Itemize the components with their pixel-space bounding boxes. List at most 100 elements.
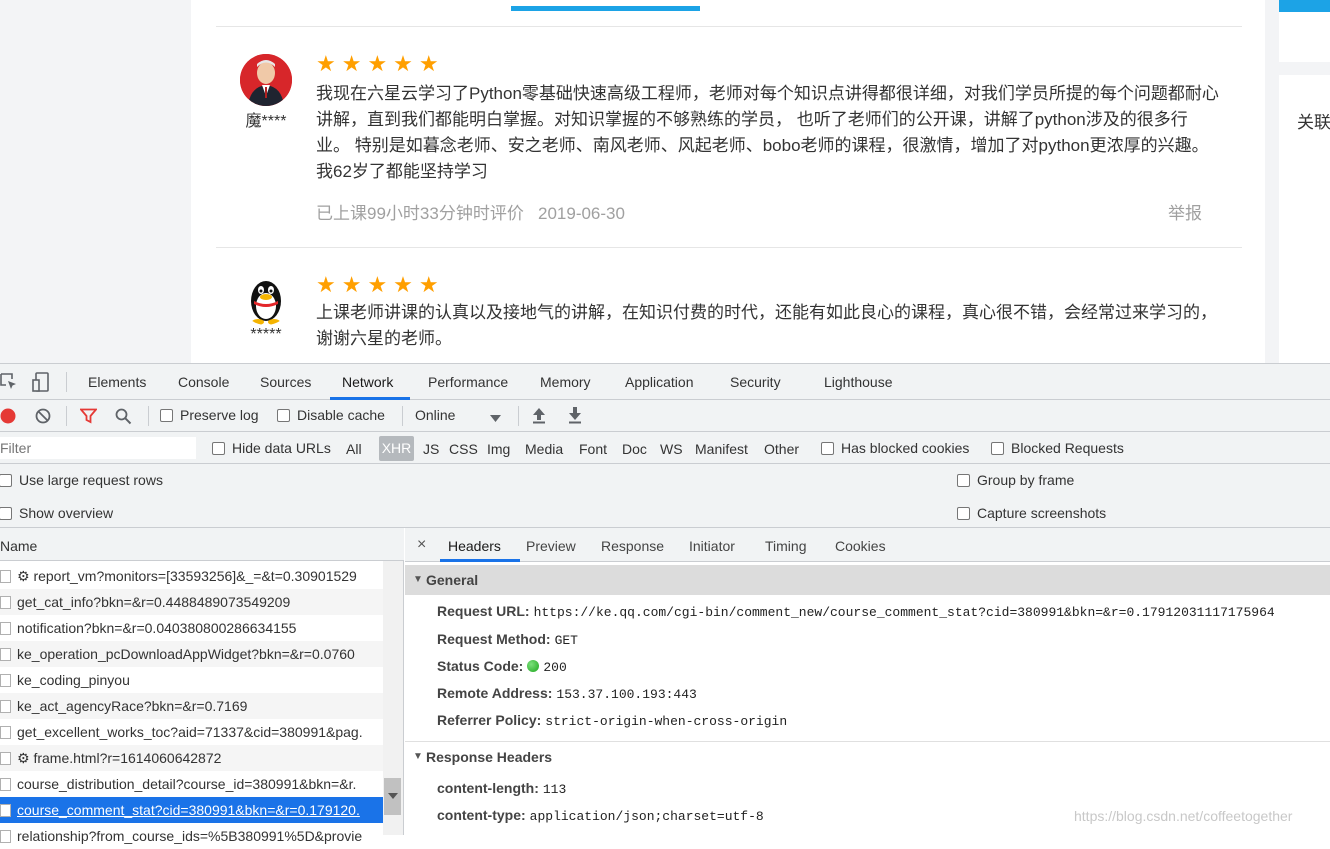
response-header-row: content-type: application/json;charset=ut… bbox=[437, 807, 764, 824]
request-row[interactable]: relationship?from_course_ids=%5B380991%5… bbox=[0, 823, 383, 849]
type-filter-img[interactable]: Img bbox=[487, 441, 510, 457]
search-icon[interactable] bbox=[115, 408, 132, 428]
scroll-down-icon[interactable] bbox=[388, 787, 398, 803]
large-rows-checkbox[interactable]: Use large request rows bbox=[0, 472, 163, 488]
type-filter-ws[interactable]: WS bbox=[660, 441, 683, 457]
general-section-header[interactable]: ▼ General bbox=[405, 565, 1330, 595]
tab-sources[interactable]: Sources bbox=[260, 374, 311, 390]
active-tab-indicator bbox=[511, 6, 700, 11]
request-row[interactable]: ke_act_agencyRace?bkn=&r=0.7169 bbox=[0, 693, 383, 719]
document-icon bbox=[0, 570, 11, 583]
request-row[interactable]: notification?bkn=&r=0.040380800286634155 bbox=[0, 615, 383, 641]
blocked-requests-checkbox[interactable]: Blocked Requests bbox=[991, 440, 1124, 456]
right-panel-accent bbox=[1279, 0, 1330, 12]
type-filter-css[interactable]: CSS bbox=[449, 441, 478, 457]
type-filter-js[interactable]: JS bbox=[423, 441, 439, 457]
tab-console[interactable]: Console bbox=[178, 374, 229, 390]
type-filter-font[interactable]: Font bbox=[579, 441, 607, 457]
review-date: 2019-06-30 bbox=[538, 204, 625, 223]
type-filter-manifest[interactable]: Manifest bbox=[695, 441, 748, 457]
tab-performance[interactable]: Performance bbox=[428, 374, 508, 390]
show-overview-checkbox[interactable]: Show overview bbox=[0, 505, 113, 521]
devtools-panel: Elements Console Sources Network Perform… bbox=[0, 363, 1330, 844]
document-icon bbox=[0, 778, 11, 791]
tab-headers[interactable]: Headers bbox=[448, 538, 501, 554]
type-filter-other[interactable]: Other bbox=[764, 441, 799, 457]
clear-icon[interactable] bbox=[35, 408, 51, 427]
document-icon bbox=[0, 648, 11, 661]
type-filter-media[interactable]: Media bbox=[525, 441, 563, 457]
device-toolbar-icon[interactable] bbox=[32, 372, 50, 395]
tab-timing[interactable]: Timing bbox=[765, 538, 807, 554]
request-name: relationship?from_course_ids=%5B380991%5… bbox=[17, 828, 363, 844]
tab-preview[interactable]: Preview bbox=[526, 538, 576, 554]
hide-data-urls-checkbox[interactable]: Hide data URLs bbox=[212, 440, 331, 456]
request-row[interactable]: ke_coding_pinyou bbox=[0, 667, 383, 693]
avatar bbox=[240, 273, 292, 325]
import-har-icon[interactable] bbox=[531, 406, 547, 427]
request-row[interactable]: course_distribution_detail?course_id=380… bbox=[0, 771, 383, 797]
separator bbox=[518, 406, 519, 426]
request-list-header: Name bbox=[0, 528, 404, 561]
tab-application[interactable]: Application bbox=[625, 374, 694, 390]
request-row[interactable]: ⚙ frame.html?r=1614060642872 bbox=[0, 745, 383, 771]
review-meta: 已上课99小时33分钟时评价 2019-06-30 bbox=[316, 199, 625, 224]
group-by-frame-checkbox[interactable]: Group by frame bbox=[957, 472, 1074, 488]
request-row[interactable]: course_comment_stat?cid=380991&bkn=&r=0.… bbox=[0, 797, 383, 823]
name-column-header[interactable]: Name bbox=[0, 538, 37, 554]
chevron-down-icon[interactable] bbox=[490, 410, 501, 426]
close-icon[interactable]: × bbox=[417, 536, 426, 554]
tab-cookies[interactable]: Cookies bbox=[835, 538, 886, 554]
throttling-select[interactable]: Online bbox=[415, 407, 455, 423]
request-row[interactable]: get_excellent_works_toc?aid=71337&cid=38… bbox=[0, 719, 383, 745]
request-name: ⚙ frame.html?r=1614060642872 bbox=[17, 750, 222, 766]
request-url-row: Request URL: https://ke.qq.com/cgi-bin/co… bbox=[437, 603, 1275, 620]
request-name: ke_act_agencyRace?bkn=&r=0.7169 bbox=[17, 698, 248, 714]
avatar bbox=[240, 54, 292, 106]
network-settings bbox=[0, 464, 1330, 528]
referrer-policy-row: Referrer Policy: strict-origin-when-cross… bbox=[437, 712, 788, 729]
status-ok-icon bbox=[527, 660, 540, 672]
document-icon bbox=[0, 752, 11, 765]
export-har-icon[interactable] bbox=[567, 406, 583, 427]
request-name: ⚙ report_vm?monitors=[33593256]&_=&t=0.3… bbox=[17, 568, 357, 584]
has-blocked-cookies-checkbox[interactable]: Has blocked cookies bbox=[821, 440, 969, 456]
rating-stars: ★★★★★ bbox=[316, 272, 445, 297]
request-list: Name ⚙ report_vm?monitors=[33593256]&_=&… bbox=[0, 528, 404, 844]
tab-lighthouse[interactable]: Lighthouse bbox=[824, 374, 893, 390]
document-icon bbox=[0, 804, 11, 817]
review-item: ***** ★★★★★ 上课老师讲课的认真以及接地气的讲解，在知识付费的时代，还… bbox=[216, 248, 1242, 363]
filter-input[interactable] bbox=[0, 437, 196, 459]
tab-elements[interactable]: Elements bbox=[88, 374, 146, 390]
type-filter-xhr[interactable]: XHR bbox=[379, 436, 414, 461]
document-icon bbox=[0, 596, 11, 609]
request-row[interactable]: ⚙ report_vm?monitors=[33593256]&_=&t=0.3… bbox=[0, 563, 383, 589]
document-icon bbox=[0, 700, 11, 713]
remote-address-row: Remote Address: 153.37.100.193:443 bbox=[437, 685, 697, 702]
active-tab-underline bbox=[440, 559, 520, 562]
tab-security[interactable]: Security bbox=[730, 374, 781, 390]
inspect-element-icon[interactable] bbox=[0, 373, 18, 394]
report-link[interactable]: 举报 bbox=[1168, 199, 1202, 224]
review-text: 上课老师讲课的认真以及接地气的讲解，在知识付费的时代，还能有如此良心的课程，真心… bbox=[316, 303, 1217, 348]
record-icon[interactable] bbox=[0, 408, 16, 427]
request-row[interactable]: ke_operation_pcDownloadAppWidget?bkn=&r=… bbox=[0, 641, 383, 667]
preserve-log-checkbox[interactable]: Preserve log bbox=[160, 407, 259, 423]
filter-icon[interactable] bbox=[79, 408, 98, 427]
request-row[interactable]: get_cat_info?bkn=&r=0.4488489073549209 bbox=[0, 589, 383, 615]
related-label: 关联 bbox=[1297, 113, 1330, 132]
request-method-row: Request Method: GET bbox=[437, 631, 578, 648]
request-name: course_comment_stat?cid=380991&bkn=&r=0.… bbox=[17, 802, 360, 818]
separator bbox=[66, 372, 67, 392]
request-name: ke_coding_pinyou bbox=[17, 672, 130, 688]
status-code-row: Status Code: 200 bbox=[437, 658, 567, 675]
type-filter-doc[interactable]: Doc bbox=[622, 441, 647, 457]
disable-cache-checkbox[interactable]: Disable cache bbox=[277, 407, 385, 423]
tab-initiator[interactable]: Initiator bbox=[689, 538, 735, 554]
type-filter-all[interactable]: All bbox=[346, 441, 362, 457]
tab-network[interactable]: Network bbox=[342, 374, 393, 390]
capture-screenshots-checkbox[interactable]: Capture screenshots bbox=[957, 505, 1106, 521]
tab-response[interactable]: Response bbox=[601, 538, 664, 554]
tab-memory[interactable]: Memory bbox=[540, 374, 591, 390]
response-headers-section-header[interactable]: ▼ Response Headers bbox=[405, 741, 1330, 771]
